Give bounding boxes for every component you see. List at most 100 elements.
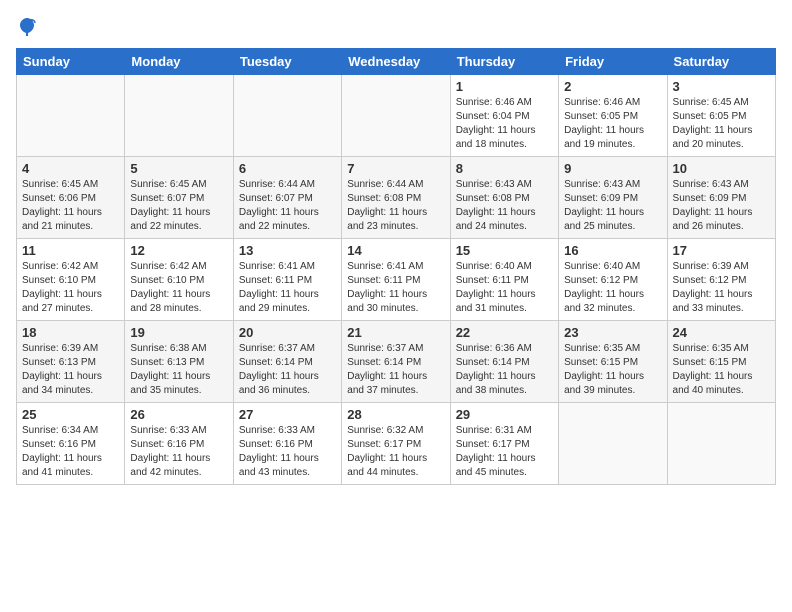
day-info: Sunrise: 6:33 AM Sunset: 6:16 PM Dayligh… bbox=[130, 424, 227, 480]
day-info: Sunrise: 6:32 AM Sunset: 6:17 PM Dayligh… bbox=[347, 424, 444, 480]
day-info: Sunrise: 6:39 AM Sunset: 6:13 PM Dayligh… bbox=[22, 342, 119, 398]
day-cell: 15 Sunrise: 6:40 AM Sunset: 6:11 PM Dayli… bbox=[450, 239, 558, 321]
day-cell: 3Sunrise: 6:45 AM Sunset: 6:05 PM Daylig… bbox=[667, 75, 775, 157]
day-number: 15 bbox=[456, 243, 553, 258]
day-number: 8 bbox=[456, 161, 553, 176]
day-number: 7 bbox=[347, 161, 444, 176]
day-number: 20 bbox=[239, 325, 336, 340]
day-cell: 22 Sunrise: 6:36 AM Sunset: 6:14 PM Dayli… bbox=[450, 321, 558, 403]
day-number: 6 bbox=[239, 161, 336, 176]
day-cell: 26 Sunrise: 6:33 AM Sunset: 6:16 PM Dayli… bbox=[125, 403, 233, 485]
day-cell: 29 Sunrise: 6:31 AM Sunset: 6:17 PM Dayli… bbox=[450, 403, 558, 485]
day-number: 9 bbox=[564, 161, 661, 176]
days-header-row: SundayMondayTuesdayWednesdayThursdayFrid… bbox=[17, 49, 776, 75]
day-number: 10 bbox=[673, 161, 770, 176]
day-number: 28 bbox=[347, 407, 444, 422]
day-cell bbox=[667, 403, 775, 485]
day-info: Sunrise: 6:39 AM Sunset: 6:12 PM Dayligh… bbox=[673, 260, 770, 316]
day-cell: 11 Sunrise: 6:42 AM Sunset: 6:10 PM Dayli… bbox=[17, 239, 125, 321]
day-cell: 23Sunrise: 6:35 AM Sunset: 6:15 PM Dayli… bbox=[559, 321, 667, 403]
day-cell: 19 Sunrise: 6:38 AM Sunset: 6:13 PM Dayli… bbox=[125, 321, 233, 403]
page: SundayMondayTuesdayWednesdayThursdayFrid… bbox=[0, 0, 792, 612]
day-cell: 18 Sunrise: 6:39 AM Sunset: 6:13 PM Dayli… bbox=[17, 321, 125, 403]
day-cell bbox=[342, 75, 450, 157]
day-number: 21 bbox=[347, 325, 444, 340]
day-header-sunday: Sunday bbox=[17, 49, 125, 75]
day-cell: 2 Sunrise: 6:46 AM Sunset: 6:05 PM Daylig… bbox=[559, 75, 667, 157]
day-info: Sunrise: 6:37 AM Sunset: 6:14 PM Dayligh… bbox=[239, 342, 336, 398]
day-info: Sunrise: 6:38 AM Sunset: 6:13 PM Dayligh… bbox=[130, 342, 227, 398]
day-number: 16 bbox=[564, 243, 661, 258]
day-cell: 10Sunrise: 6:43 AM Sunset: 6:09 PM Dayli… bbox=[667, 157, 775, 239]
day-cell: 24 Sunrise: 6:35 AM Sunset: 6:15 PM Dayli… bbox=[667, 321, 775, 403]
day-info: Sunrise: 6:46 AM Sunset: 6:05 PM Dayligh… bbox=[564, 96, 661, 152]
day-info: Sunrise: 6:46 AM Sunset: 6:04 PM Dayligh… bbox=[456, 96, 553, 152]
logo-bird-icon bbox=[18, 16, 36, 38]
day-info: Sunrise: 6:35 AM Sunset: 6:15 PM Dayligh… bbox=[564, 342, 661, 398]
day-cell: 9Sunrise: 6:43 AM Sunset: 6:09 PM Daylig… bbox=[559, 157, 667, 239]
day-number: 19 bbox=[130, 325, 227, 340]
day-header-tuesday: Tuesday bbox=[233, 49, 341, 75]
day-number: 25 bbox=[22, 407, 119, 422]
day-info: Sunrise: 6:45 AM Sunset: 6:07 PM Dayligh… bbox=[130, 178, 227, 234]
day-cell: 16 Sunrise: 6:40 AM Sunset: 6:12 PM Dayli… bbox=[559, 239, 667, 321]
day-number: 11 bbox=[22, 243, 119, 258]
day-info: Sunrise: 6:42 AM Sunset: 6:10 PM Dayligh… bbox=[130, 260, 227, 316]
day-cell: 8Sunrise: 6:43 AM Sunset: 6:08 PM Daylig… bbox=[450, 157, 558, 239]
day-cell: 1 Sunrise: 6:46 AM Sunset: 6:04 PM Daylig… bbox=[450, 75, 558, 157]
day-number: 13 bbox=[239, 243, 336, 258]
day-info: Sunrise: 6:31 AM Sunset: 6:17 PM Dayligh… bbox=[456, 424, 553, 480]
day-number: 2 bbox=[564, 79, 661, 94]
day-number: 1 bbox=[456, 79, 553, 94]
day-cell bbox=[559, 403, 667, 485]
day-number: 5 bbox=[130, 161, 227, 176]
day-cell: 5 Sunrise: 6:45 AM Sunset: 6:07 PM Daylig… bbox=[125, 157, 233, 239]
day-cell: 6 Sunrise: 6:44 AM Sunset: 6:07 PM Daylig… bbox=[233, 157, 341, 239]
day-header-thursday: Thursday bbox=[450, 49, 558, 75]
day-info: Sunrise: 6:42 AM Sunset: 6:10 PM Dayligh… bbox=[22, 260, 119, 316]
day-number: 26 bbox=[130, 407, 227, 422]
day-header-saturday: Saturday bbox=[667, 49, 775, 75]
day-info: Sunrise: 6:40 AM Sunset: 6:11 PM Dayligh… bbox=[456, 260, 553, 316]
day-number: 12 bbox=[130, 243, 227, 258]
day-cell: 12 Sunrise: 6:42 AM Sunset: 6:10 PM Dayli… bbox=[125, 239, 233, 321]
day-info: Sunrise: 6:37 AM Sunset: 6:14 PM Dayligh… bbox=[347, 342, 444, 398]
week-row-4: 18 Sunrise: 6:39 AM Sunset: 6:13 PM Dayli… bbox=[17, 321, 776, 403]
day-cell: 13Sunrise: 6:41 AM Sunset: 6:11 PM Dayli… bbox=[233, 239, 341, 321]
day-number: 22 bbox=[456, 325, 553, 340]
day-cell: 4 Sunrise: 6:45 AM Sunset: 6:06 PM Daylig… bbox=[17, 157, 125, 239]
day-header-monday: Monday bbox=[125, 49, 233, 75]
day-cell bbox=[125, 75, 233, 157]
day-info: Sunrise: 6:45 AM Sunset: 6:06 PM Dayligh… bbox=[22, 178, 119, 234]
day-info: Sunrise: 6:41 AM Sunset: 6:11 PM Dayligh… bbox=[347, 260, 444, 316]
day-cell: 14 Sunrise: 6:41 AM Sunset: 6:11 PM Dayli… bbox=[342, 239, 450, 321]
day-cell bbox=[17, 75, 125, 157]
day-info: Sunrise: 6:34 AM Sunset: 6:16 PM Dayligh… bbox=[22, 424, 119, 480]
day-number: 18 bbox=[22, 325, 119, 340]
day-info: Sunrise: 6:35 AM Sunset: 6:15 PM Dayligh… bbox=[673, 342, 770, 398]
day-number: 24 bbox=[673, 325, 770, 340]
day-number: 29 bbox=[456, 407, 553, 422]
day-cell: 28 Sunrise: 6:32 AM Sunset: 6:17 PM Dayli… bbox=[342, 403, 450, 485]
day-cell: 7 Sunrise: 6:44 AM Sunset: 6:08 PM Daylig… bbox=[342, 157, 450, 239]
day-cell: 17 Sunrise: 6:39 AM Sunset: 6:12 PM Dayli… bbox=[667, 239, 775, 321]
day-number: 17 bbox=[673, 243, 770, 258]
day-cell: 21 Sunrise: 6:37 AM Sunset: 6:14 PM Dayli… bbox=[342, 321, 450, 403]
logo bbox=[16, 16, 36, 40]
day-cell: 20 Sunrise: 6:37 AM Sunset: 6:14 PM Dayli… bbox=[233, 321, 341, 403]
day-info: Sunrise: 6:36 AM Sunset: 6:14 PM Dayligh… bbox=[456, 342, 553, 398]
day-info: Sunrise: 6:44 AM Sunset: 6:07 PM Dayligh… bbox=[239, 178, 336, 234]
day-number: 4 bbox=[22, 161, 119, 176]
day-info: Sunrise: 6:40 AM Sunset: 6:12 PM Dayligh… bbox=[564, 260, 661, 316]
week-row-1: 1 Sunrise: 6:46 AM Sunset: 6:04 PM Daylig… bbox=[17, 75, 776, 157]
day-info: Sunrise: 6:44 AM Sunset: 6:08 PM Dayligh… bbox=[347, 178, 444, 234]
week-row-3: 11 Sunrise: 6:42 AM Sunset: 6:10 PM Dayli… bbox=[17, 239, 776, 321]
day-number: 14 bbox=[347, 243, 444, 258]
day-cell: 25 Sunrise: 6:34 AM Sunset: 6:16 PM Dayli… bbox=[17, 403, 125, 485]
calendar-table: SundayMondayTuesdayWednesdayThursdayFrid… bbox=[16, 48, 776, 485]
week-row-2: 4 Sunrise: 6:45 AM Sunset: 6:06 PM Daylig… bbox=[17, 157, 776, 239]
day-cell: 27Sunrise: 6:33 AM Sunset: 6:16 PM Dayli… bbox=[233, 403, 341, 485]
day-header-wednesday: Wednesday bbox=[342, 49, 450, 75]
week-row-5: 25 Sunrise: 6:34 AM Sunset: 6:16 PM Dayli… bbox=[17, 403, 776, 485]
day-info: Sunrise: 6:45 AM Sunset: 6:05 PM Dayligh… bbox=[673, 96, 770, 152]
